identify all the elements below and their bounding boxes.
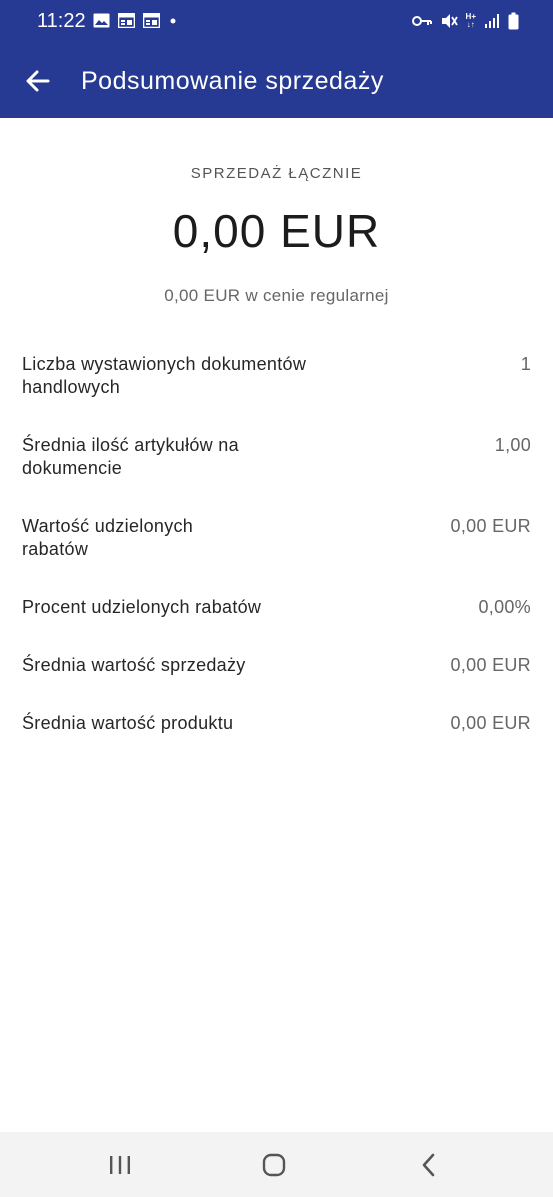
stat-value: 1,00: [494, 435, 531, 455]
stat-value: 1: [520, 354, 531, 374]
mute-icon: [441, 14, 458, 28]
stat-row-discount-percent: Procent udzielonych rabatów 0,00%: [22, 596, 531, 619]
page-title: Podsumowanie sprzedaży: [81, 67, 384, 95]
stat-row-avg-items: Średnia ilość artykułów na dokumencie 1,…: [22, 434, 531, 480]
vpn-key-icon: [411, 16, 432, 26]
calendar-icon: [118, 13, 135, 28]
app-bar: Podsumowanie sprzedaży: [0, 43, 553, 118]
stat-label: Liczba wystawionych dokumentów handlowyc…: [22, 354, 307, 397]
status-time: 11:22: [37, 10, 86, 32]
stat-label: Średnia wartość sprzedaży: [22, 655, 246, 675]
nav-back-button[interactable]: [414, 1150, 444, 1180]
system-nav-bar: [0, 1132, 553, 1197]
back-icon: [422, 1153, 435, 1177]
home-icon: [262, 1153, 286, 1177]
stat-label: Średnia wartość produktu: [22, 713, 234, 733]
stat-row-avg-product: Średnia wartość produktu 0,00 EUR: [22, 712, 531, 735]
calendar-icon: [143, 13, 160, 28]
back-button[interactable]: [22, 65, 54, 97]
recent-apps-button[interactable]: [105, 1150, 135, 1180]
status-left-icons: [93, 13, 178, 28]
home-button[interactable]: [259, 1150, 289, 1180]
dot-icon: [170, 18, 176, 24]
stat-value: 0,00 EUR: [450, 655, 531, 675]
stat-label: Procent udzielonych rabatów: [22, 597, 262, 617]
signal-icon: [485, 14, 499, 28]
stat-value: 0,00 EUR: [450, 516, 531, 536]
total-sales-value: 0,00 EUR: [172, 205, 381, 257]
status-bar: 11:22 H+ ↓↑: [0, 0, 553, 43]
stat-row-discount-value: Wartość udzielonych rabatów 0,00 EUR: [22, 515, 531, 561]
total-sales-label: SPRZEDAŻ ŁĄCZNIE: [190, 165, 363, 182]
recent-apps-icon: [110, 1156, 130, 1174]
stat-label: Średnia ilość artykułów na dokumencie: [22, 435, 239, 478]
stat-value: 0,00 EUR: [450, 713, 531, 733]
stat-label: Wartość udzielonych rabatów: [22, 516, 194, 559]
stat-value: 0,00%: [478, 597, 531, 617]
stat-row-documents-count: Liczba wystawionych dokumentów handlowyc…: [22, 353, 531, 399]
arrow-back-icon: [26, 70, 50, 92]
stat-row-avg-sale: Średnia wartość sprzedaży 0,00 EUR: [22, 654, 531, 677]
image-icon: [93, 13, 110, 28]
battery-icon: [508, 12, 519, 30]
regular-price-value: 0,00 EUR w cenie regularnej: [164, 286, 389, 305]
status-right-icons: H+ ↓↑: [411, 12, 519, 30]
network-type-icon: H+ ↓↑: [465, 12, 476, 29]
